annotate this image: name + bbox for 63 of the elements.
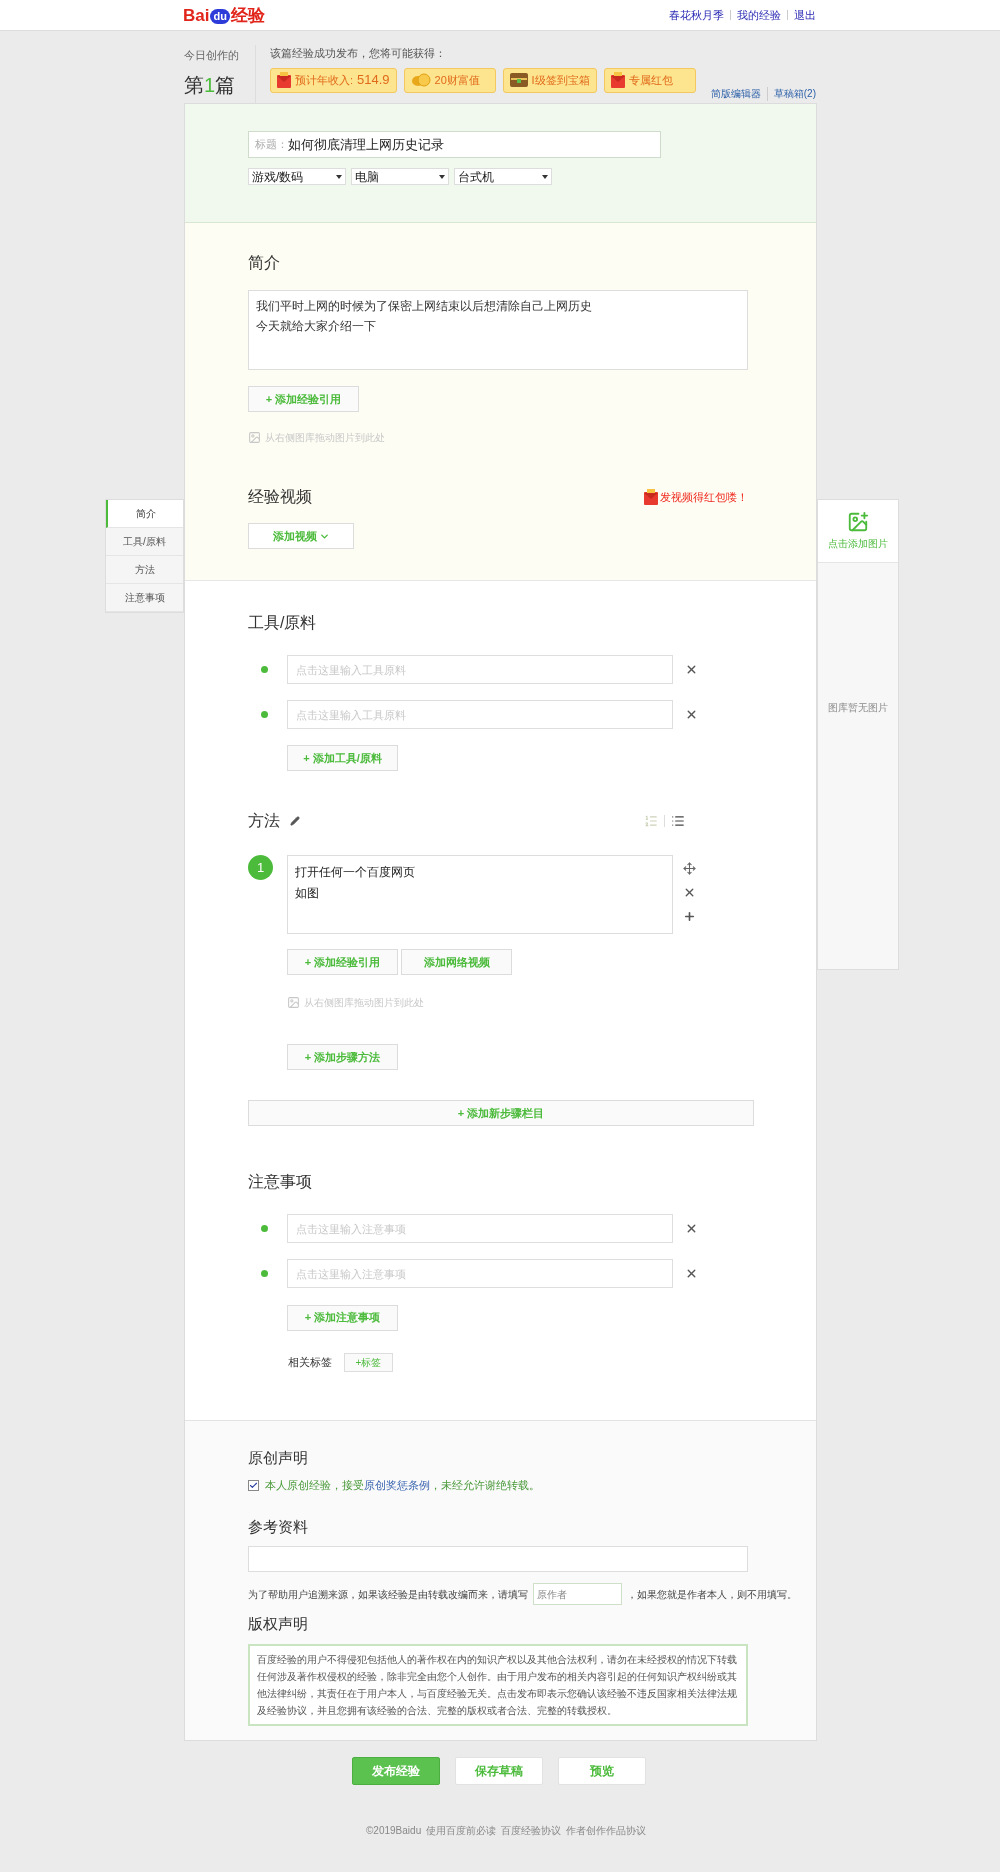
category-select[interactable]: 游戏/数码	[248, 168, 346, 185]
section-heading: 经验视频	[248, 487, 312, 507]
envelope-icon	[644, 489, 658, 505]
header-link[interactable]: 退出	[794, 6, 816, 24]
close-icon[interactable]	[685, 663, 698, 676]
editor-link[interactable]: 草稿箱(2)	[773, 86, 816, 101]
copyright-notice: 百度经验的用户不得侵犯包括他人的著作权在内的知识产权以及其他合法权利，请勿在未经授权的情况下转载任何涉及著作权侵权的经验，除非完全由您个人创作。由于用户发布的相关内容引起的任何知识产权纠纷或其他法律纠纷，其责任在于用户本人，与百度经验无关。点击发布即表示您确认该经验不违反国家相关法律法规及经验协议，并且您拥有该经验的合法、完整的版权或者合法、完整的转载授权。	[248, 1643, 748, 1726]
rules-link[interactable]: 原创奖惩条例	[364, 1479, 430, 1491]
footer-link[interactable]: 作者创作作品协议	[566, 1822, 647, 1838]
gallery-empty-text: 图库暂无图片	[827, 701, 889, 715]
sidebar-nav-item[interactable]: 方法	[106, 556, 183, 584]
reward-badge: I级签到宝箱	[502, 67, 597, 93]
footer-link[interactable]: 使用百度前必读	[426, 1822, 497, 1838]
section-heading: 参考资料	[248, 1516, 309, 1537]
checkbox[interactable]	[248, 1479, 259, 1491]
tags-label: 相关标签	[288, 1354, 332, 1370]
intro-textarea[interactable]: 我们平时上网的时候为了保密上网结束以后想清除自己上网历史 今天就给大家介绍一下	[248, 290, 748, 370]
pencil-icon[interactable]	[290, 816, 300, 827]
title-field[interactable]: 标题：如何彻底清理上网历史记录	[248, 131, 661, 158]
section-heading: 方法	[248, 811, 280, 832]
article-count: 第1篇	[184, 72, 237, 98]
video-promo[interactable]: 发视频得红包喽！	[660, 488, 748, 506]
section-heading: 注意事项	[248, 1172, 313, 1193]
header-link[interactable]: 春花秋月季	[669, 6, 724, 24]
copyright-text: ©2019Baidu	[366, 1823, 422, 1838]
dropdown-caret-icon	[542, 174, 548, 179]
rewards-intro: 该篇经验成功发布，您将可能获得：	[270, 46, 447, 61]
envelope-icon	[277, 72, 291, 88]
step-number: 1	[248, 855, 273, 881]
plus-icon[interactable]	[683, 910, 696, 924]
section-heading: 工具/原料	[248, 613, 318, 633]
footer-link[interactable]: 百度经验协议	[501, 1822, 562, 1838]
section-heading: 简介	[248, 253, 281, 273]
reward-badge: 专属红包	[603, 67, 696, 93]
header-link[interactable]: 我的经验	[737, 6, 781, 24]
section-heading: 版权声明	[248, 1614, 309, 1634]
category-select[interactable]: 台式机	[454, 168, 552, 185]
section-heading: 原创声明	[248, 1447, 309, 1468]
reference-hint: 为了帮助用户追溯来源，如果该经验是由转载改编而来，请填写	[248, 1587, 528, 1602]
close-icon[interactable]	[685, 708, 698, 721]
category-select[interactable]: 电脑	[351, 168, 449, 185]
treasure-chest-icon	[509, 73, 528, 87]
add-image-icon	[847, 511, 869, 533]
image-icon	[248, 431, 261, 444]
reference-hint: ，如果您就是作者本人，则不用填写。	[627, 1587, 797, 1602]
move-icon[interactable]	[683, 862, 696, 876]
today-label: 今日创作的	[184, 48, 240, 63]
dropdown-caret-icon	[439, 174, 445, 179]
coins-icon	[410, 73, 431, 87]
sidebar-nav-item[interactable]: 简介	[106, 500, 183, 528]
envelope-icon	[610, 72, 625, 88]
editor-link[interactable]: 简版编辑器	[710, 86, 761, 101]
sidebar-nav-item[interactable]: 工具/原料	[106, 528, 183, 556]
logo[interactable]: Bai du 经验	[183, 6, 265, 24]
step-textarea[interactable]: 打开任何一个百度网页 如图	[287, 855, 673, 935]
original-statement: 本人原创经验，接受原创奖惩条例，未经允许谢绝转载。	[265, 1478, 540, 1493]
image-icon	[287, 996, 300, 1010]
reward-badge: 预计年收入: 514.9	[270, 67, 397, 93]
sidebar-nav-item[interactable]: 注意事项	[106, 584, 183, 612]
reward-badge: 20财富值	[403, 67, 496, 93]
author-field[interactable]: 原作者	[533, 1583, 622, 1605]
bullet-list-icon[interactable]	[671, 814, 685, 829]
dropdown-caret-icon	[336, 174, 342, 179]
